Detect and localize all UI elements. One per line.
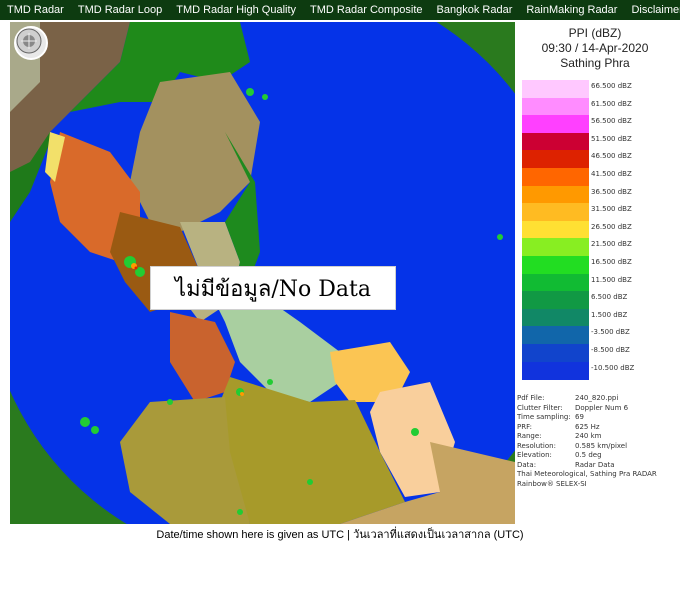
- scale-swatch: [522, 256, 589, 275]
- scale-swatch: [522, 238, 589, 257]
- scale-label: 16.500 dBZ: [591, 258, 632, 266]
- nav-tmd-radar-composite[interactable]: TMD Radar Composite: [310, 4, 422, 16]
- scale-label: 61.500 dBZ: [591, 99, 632, 108]
- info-value: 625 Hz: [575, 422, 600, 431]
- scale-label: -10.500 dBZ: [591, 363, 635, 372]
- scale-label: -3.500 dBZ: [591, 328, 630, 337]
- scale-label: 46.500 dBZ: [591, 152, 632, 161]
- info-value: 0.5 deg: [575, 451, 602, 459]
- scale-swatch: [522, 203, 589, 222]
- nav-tmd-radar[interactable]: TMD Radar: [7, 4, 64, 16]
- tmd-logo: [14, 26, 48, 60]
- scale-label: 11.500 dBZ: [591, 275, 632, 284]
- scale-swatch: [522, 220, 589, 239]
- scale-swatch: [522, 326, 589, 345]
- nav-bangkok-radar[interactable]: Bangkok Radar: [437, 4, 513, 16]
- scale-swatch: [522, 97, 589, 116]
- scale-label: 1.500 dBZ: [591, 310, 628, 319]
- station-name: Sathing Phra: [560, 56, 630, 70]
- no-data-label: ไม่มีข้อมูล/No Data: [150, 266, 396, 310]
- info-value: Doppler Num 6: [575, 403, 629, 412]
- scale-label: 26.500 dBZ: [591, 222, 632, 231]
- scale-label: -8.500 dBZ: [591, 346, 630, 354]
- info-row: Elevation: 0.5 deg: [517, 451, 677, 461]
- scale-label: 41.500 dBZ: [591, 170, 632, 178]
- info-key: Range:: [517, 432, 542, 440]
- info-row: PRF: 625 Hz: [517, 423, 677, 433]
- scale-swatch: [522, 291, 589, 310]
- scale-swatch: [522, 132, 589, 151]
- scale-swatch: [522, 308, 589, 327]
- info-key: Pdf File:: [517, 394, 545, 402]
- scale-label: 6.500 dBZ: [591, 293, 628, 302]
- info-footer-line: Thai Meteorological, Sathing Pra RADAR: [517, 470, 657, 478]
- info-row: Clutter Filter: Doppler Num 6: [517, 404, 677, 414]
- info-key: Clutter Filter:: [517, 403, 563, 412]
- scan-info: Pdf File: 240_820.ppi Clutter Filter: Doppl…: [517, 394, 677, 489]
- radar-image: ไม่มีข้อมูล/No Data: [10, 22, 515, 524]
- info-value: 240 km: [575, 432, 602, 440]
- scale-swatch: [522, 361, 589, 380]
- scale-swatch: [522, 115, 589, 134]
- product-title: PPI (dBZ): [568, 26, 622, 40]
- scale-label: 66.500 dBZ: [591, 82, 632, 90]
- info-footer-line: Rainbow® SELEX-SI: [517, 479, 587, 488]
- scale-label: 56.500 dBZ: [591, 117, 632, 126]
- info-row: Data: Radar Data: [517, 461, 677, 471]
- info-row: Range: 240 km: [517, 432, 677, 442]
- scale-swatch: [522, 168, 589, 187]
- nav-rainmaking-radar[interactable]: RainMaking Radar: [526, 4, 617, 16]
- nav-tmd-radar-loop[interactable]: TMD Radar Loop: [78, 4, 162, 16]
- utc-caption: Date/time shown here is given as UTC | ว…: [156, 529, 524, 541]
- info-value: 69: [575, 413, 584, 421]
- info-value: 0.585 km/pixel: [575, 441, 628, 450]
- scale-swatch: [522, 344, 589, 363]
- scale-swatch: [522, 150, 589, 169]
- nav-tmd-radar-high-quality[interactable]: TMD Radar High Quality: [176, 4, 296, 16]
- nav-disclaimer[interactable]: Disclaimer: [631, 4, 680, 16]
- scale-label: 21.500 dBZ: [591, 240, 632, 249]
- tmd-emblem-icon: [16, 28, 42, 54]
- scale-label: 36.500 dBZ: [591, 187, 632, 196]
- info-row: Pdf File: 240_820.ppi: [517, 394, 677, 404]
- scale-swatch: [522, 80, 589, 99]
- info-key: Data:: [517, 460, 537, 469]
- info-row: Time sampling: 69: [517, 413, 677, 423]
- legend-panel: PPI (dBZ) 09:30 / 14-Apr-2020 Sathing Ph…: [515, 22, 680, 524]
- info-key: Time sampling:: [517, 413, 571, 421]
- scale-label: 31.500 dBZ: [591, 205, 632, 214]
- info-value: Radar Data: [575, 460, 615, 469]
- scale-swatch: [522, 185, 589, 204]
- scale-label: 51.500 dBZ: [591, 134, 632, 143]
- info-value: 240_820.ppi: [575, 394, 619, 402]
- info-key: Resolution:: [517, 441, 556, 450]
- info-key: Elevation:: [517, 451, 552, 459]
- top-nav: TMD Radar TMD Radar Loop TMD Radar High …: [0, 0, 680, 20]
- scan-datetime: 09:30 / 14-Apr-2020: [541, 41, 649, 55]
- info-key: PRF:: [517, 422, 532, 431]
- scale-swatch: [522, 273, 589, 292]
- legend-header: PPI (dBZ) 09:30 / 14-Apr-2020 Sathing Ph…: [515, 26, 675, 71]
- info-row: Resolution: 0.585 km/pixel: [517, 442, 677, 452]
